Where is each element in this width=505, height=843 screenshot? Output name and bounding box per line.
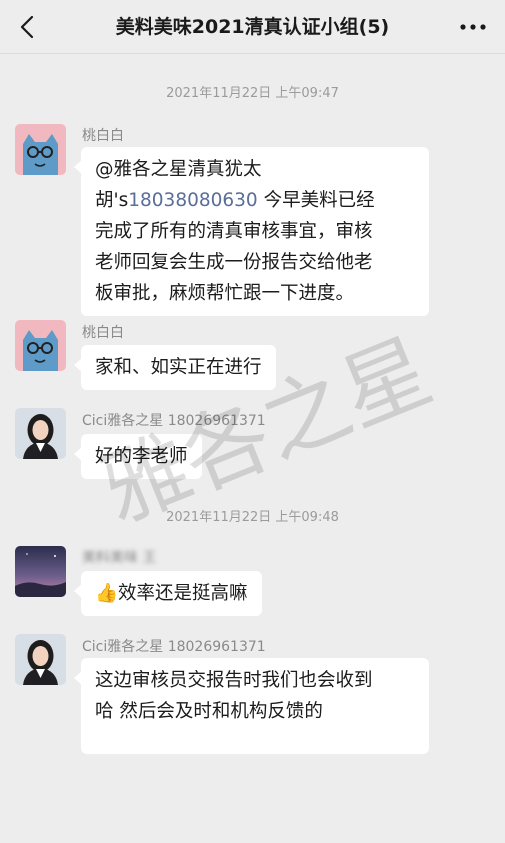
woman-portrait-avatar-icon: [15, 408, 66, 459]
avatar[interactable]: [15, 124, 66, 175]
thumbs-up-icon: 👍: [95, 583, 119, 604]
back-button[interactable]: [10, 9, 46, 45]
message-text: 家和、如实正在进行: [95, 357, 262, 378]
phone-number-link[interactable]: 18038080630: [128, 190, 257, 211]
sender-name-blurred: 美料美味 王: [82, 550, 157, 566]
avatar[interactable]: [15, 546, 66, 597]
message-text: 今早美料已经: [257, 190, 375, 211]
woman-portrait-avatar-icon: [15, 634, 66, 685]
cartoon-cat-avatar-icon: [15, 320, 66, 371]
message-bubble[interactable]: @雅各之星清真犹太 胡's18038080630 今早美料已经 完成了所有的清真…: [74, 147, 429, 316]
night-sky-avatar-icon: [15, 546, 66, 597]
avatar[interactable]: [15, 408, 66, 459]
message-text: 胡's: [95, 190, 129, 211]
message-text-line: 胡's18038080630 今早美料已经: [95, 185, 415, 216]
ellipsis-icon: [460, 24, 486, 30]
sender-name: Cici雅各之星 18026961371: [82, 639, 266, 655]
sender-name: Cici雅各之星 18026961371: [82, 413, 266, 429]
message-bubble[interactable]: 👍效率还是挺高嘛: [74, 571, 262, 616]
chat-header: 美料美味2021清真认证小组(5): [0, 0, 505, 54]
message-text-line: 👍效率还是挺高嘛: [95, 578, 248, 609]
message-bubble[interactable]: 家和、如实正在进行: [74, 345, 276, 390]
cartoon-cat-avatar-icon: [15, 124, 66, 175]
message-timestamp: 2021年11月22日 上午09:47: [166, 86, 339, 101]
message-text-line: 板审批，麻烦帮忙跟一下进度。: [95, 283, 355, 304]
chevron-left-icon: [20, 15, 34, 39]
more-options-button[interactable]: [455, 9, 491, 45]
sender-name: 桃白白: [82, 325, 124, 341]
message-timestamp: 2021年11月22日 上午09:48: [166, 510, 339, 525]
message-bubble[interactable]: 好的李老师: [74, 434, 202, 479]
message-text-line: 这边审核员交报告时我们也会收到: [95, 670, 373, 691]
sender-name: 桃白白: [82, 128, 124, 144]
message-bubble[interactable]: 这边审核员交报告时我们也会收到 哈 然后会及时和机构反馈的: [74, 658, 429, 754]
chat-title: 美料美味2021清真认证小组(5): [115, 16, 390, 38]
avatar[interactable]: [15, 320, 66, 371]
message-text: 好的李老师: [95, 446, 188, 467]
avatar[interactable]: [15, 634, 66, 685]
message-text-line: 哈 然后会及时和机构反馈的: [95, 701, 323, 722]
message-text-line: 完成了所有的清真审核事宜，审核: [95, 221, 373, 242]
message-text: 效率还是挺高嘛: [118, 583, 248, 604]
message-text-line: 老师回复会生成一份报告交给他老: [95, 252, 373, 273]
message-text-line: @雅各之星清真犹太: [95, 159, 262, 180]
